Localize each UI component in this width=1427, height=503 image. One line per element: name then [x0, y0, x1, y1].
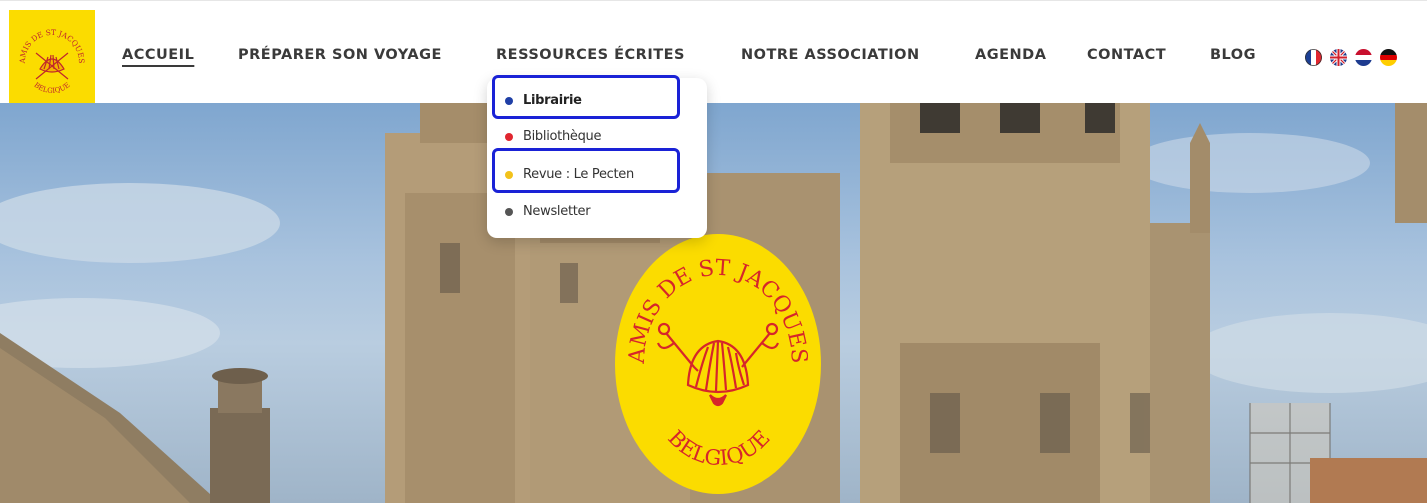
- nav-item-preparer-son-voyage[interactable]: PRÉPARER SON VOYAGE: [238, 47, 442, 63]
- dropdown-item-revue-le-pecten[interactable]: Revue : Le Pecten: [505, 167, 634, 182]
- bullet-dot-icon: [505, 96, 513, 105]
- dropdown-item-newsletter[interactable]: Newsletter: [505, 204, 591, 219]
- dropdown-item-bibliotheque[interactable]: Bibliothèque: [505, 129, 601, 144]
- dropdown-item-librairie[interactable]: Librairie: [505, 93, 582, 108]
- nl-flag-icon[interactable]: [1355, 49, 1372, 66]
- ressources-dropdown-menu: Librairie Bibliothèque Revue : Le Pecten…: [487, 78, 707, 238]
- nav-item-ressources-ecrites[interactable]: RESSOURCES ÉCRITES: [496, 47, 685, 63]
- fr-flag-icon[interactable]: [1305, 49, 1322, 66]
- amis-de-st-jacques-emblem: AMIS DE ST JACQUES BELGIQUE: [614, 233, 822, 495]
- bullet-dot-icon: [505, 170, 513, 179]
- nav-item-notre-association[interactable]: NOTRE ASSOCIATION: [741, 47, 920, 63]
- de-flag-icon[interactable]: [1380, 49, 1397, 66]
- main-nav: ACCUEIL PRÉPARER SON VOYAGE RESSOURCES É…: [0, 1, 1427, 104]
- nav-item-agenda[interactable]: AGENDA: [975, 47, 1046, 63]
- site-header: AMIS DE ST JACQUES BELGIQUE ACCUEIL PRÉP…: [0, 0, 1427, 104]
- nav-item-accueil[interactable]: ACCUEIL: [122, 47, 194, 63]
- bullet-dot-icon: [505, 207, 513, 216]
- bullet-dot-icon: [505, 132, 513, 141]
- nav-item-contact[interactable]: CONTACT: [1087, 47, 1166, 63]
- nav-item-blog[interactable]: BLOG: [1210, 47, 1256, 63]
- uk-flag-icon[interactable]: [1330, 49, 1347, 66]
